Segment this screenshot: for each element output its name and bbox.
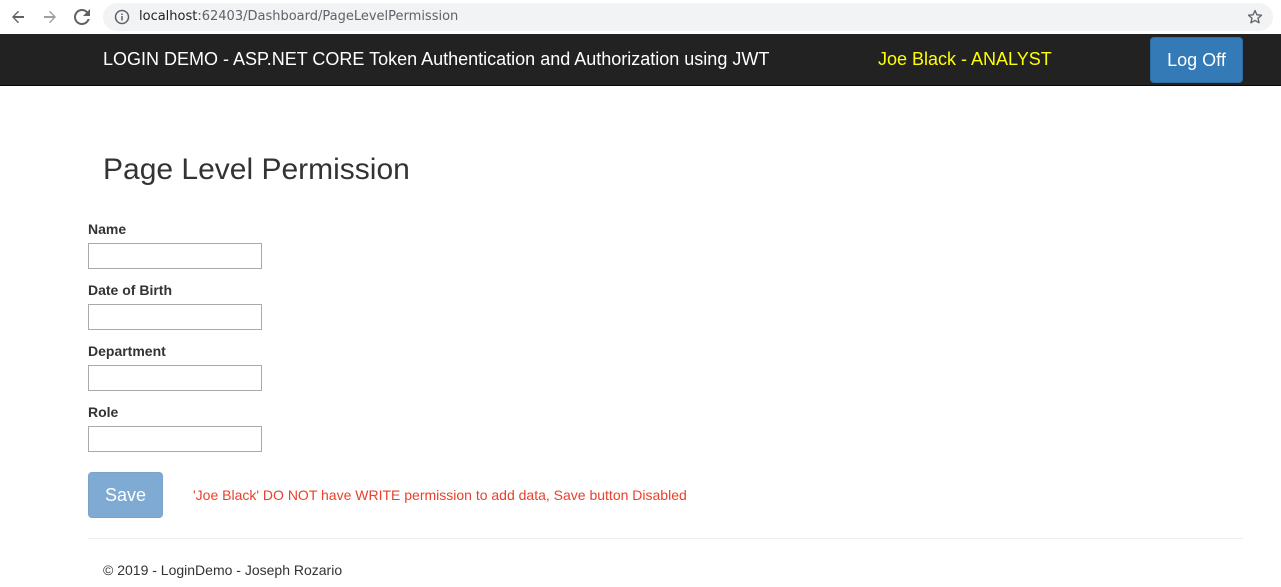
star-icon[interactable] (1247, 9, 1263, 25)
log-off-button[interactable]: Log Off (1150, 37, 1243, 83)
save-button[interactable]: Save (88, 472, 163, 518)
arrow-left-icon[interactable] (6, 5, 30, 29)
department-field[interactable] (88, 365, 262, 391)
role-label: Role (88, 404, 119, 420)
name-label: Name (88, 221, 127, 237)
reload-icon[interactable] (70, 5, 94, 29)
arrow-right-icon[interactable] (38, 5, 62, 29)
date-of-birth-label: Date of Birth (88, 282, 172, 298)
role-field[interactable] (88, 426, 262, 452)
date-of-birth-field[interactable] (88, 304, 262, 330)
page-title: Page Level Permission (103, 153, 410, 186)
url-text[interactable]: localhost:62403/Dashboard/PageLevelPermi… (139, 9, 458, 24)
info-icon[interactable] (114, 9, 130, 25)
department-label: Department (88, 343, 166, 359)
permission-warning: 'Joe Black' DO NOT have WRITE permission… (193, 487, 687, 503)
app-brand[interactable]: LOGIN DEMO - ASP.NET CORE Token Authenti… (103, 49, 769, 70)
url-host: localhost (139, 9, 198, 24)
url-path: :62403/Dashboard/PageLevelPermission (197, 9, 459, 24)
top-navbar: LOGIN DEMO - ASP.NET CORE Token Authenti… (0, 34, 1281, 86)
browser-toolbar: localhost:62403/Dashboard/PageLevelPermi… (0, 0, 1281, 34)
footer-divider (88, 538, 1243, 539)
current-user-label: Joe Black - ANALYST (878, 49, 1052, 69)
address-bar[interactable]: localhost:62403/Dashboard/PageLevelPermi… (103, 3, 1273, 31)
footer-copyright: © 2019 - LoginDemo - Joseph Rozario (103, 562, 343, 578)
name-field[interactable] (88, 243, 262, 269)
